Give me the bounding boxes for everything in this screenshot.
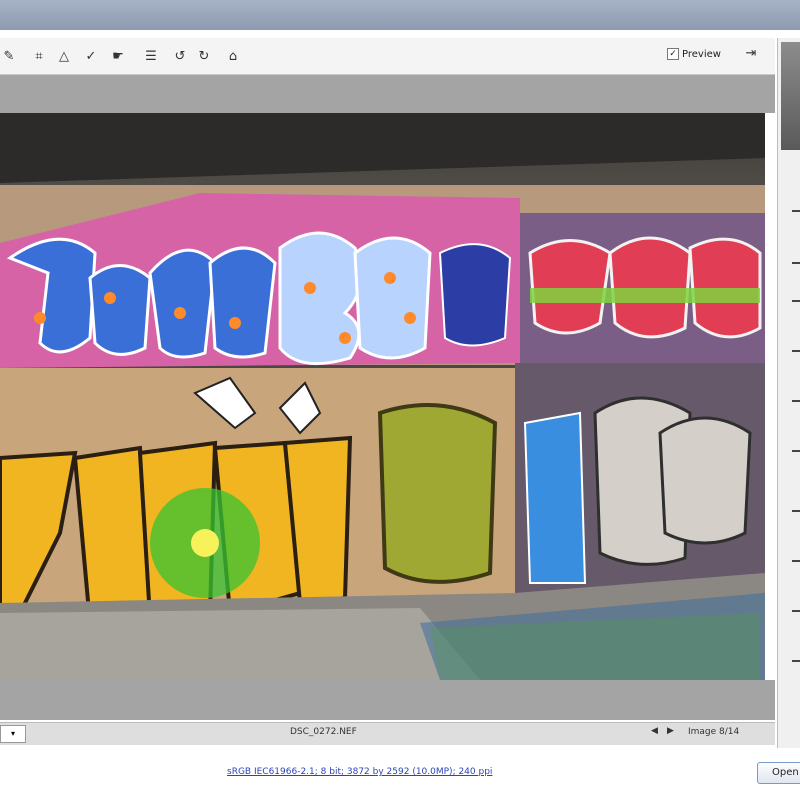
preview-checkbox[interactable]: ✓: [667, 48, 679, 60]
crop-tool-icon[interactable]: ⌗: [30, 47, 48, 65]
panel-slider[interactable]: [792, 660, 800, 662]
image-counter: Image 8/14: [688, 727, 740, 737]
filename-label: DSC_0272.NEF: [290, 727, 357, 737]
panel-slider[interactable]: [792, 510, 800, 512]
next-image-icon[interactable]: ▶: [667, 726, 674, 736]
image-preview[interactable]: [0, 113, 765, 680]
graffiti-photo: [0, 113, 765, 680]
rotate-cw-icon[interactable]: ↻: [195, 47, 213, 65]
panel-slider[interactable]: [792, 262, 800, 264]
white-balance-tool-icon[interactable]: ✎: [0, 47, 18, 65]
preview-area-bottom: [0, 680, 775, 720]
histogram: [781, 42, 800, 150]
preview-toggle[interactable]: ✓ Preview: [667, 48, 721, 60]
panel-slider[interactable]: [792, 400, 800, 402]
panel-slider[interactable]: [792, 450, 800, 452]
panel-slider[interactable]: [792, 350, 800, 352]
straighten-tool-icon[interactable]: △: [55, 47, 73, 65]
preview-label: Preview: [682, 48, 721, 60]
workflow-options-link[interactable]: sRGB IEC61966-2.1; 8 bit; 3872 by 2592 (…: [227, 767, 492, 777]
red-eye-tool-icon[interactable]: ☛: [109, 47, 127, 65]
status-bar: [0, 722, 775, 745]
panel-slider[interactable]: [792, 300, 800, 302]
title-bar: [0, 0, 800, 30]
preview-area-top: [0, 75, 775, 113]
panel-slider[interactable]: [792, 610, 800, 612]
rotate-ccw-icon[interactable]: ↺: [171, 47, 189, 65]
open-image-button[interactable]: Open: [757, 762, 800, 784]
preferences-icon[interactable]: ☰: [142, 47, 160, 65]
trash-icon[interactable]: ⌂: [224, 47, 242, 65]
panel-slider[interactable]: [792, 210, 800, 212]
zoom-select[interactable]: ▾: [0, 725, 26, 743]
spot-removal-tool-icon[interactable]: ✓: [82, 47, 100, 65]
fullscreen-toggle-icon[interactable]: ⇥: [741, 46, 761, 64]
panel-slider[interactable]: [792, 560, 800, 562]
prev-image-icon[interactable]: ◀: [651, 726, 658, 736]
